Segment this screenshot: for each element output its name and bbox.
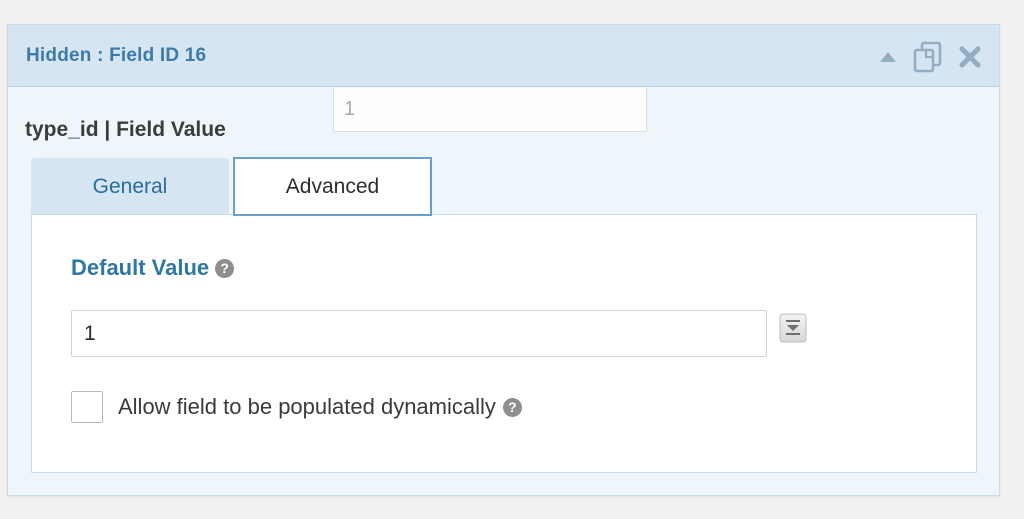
- tab-advanced[interactable]: Advanced: [233, 157, 432, 216]
- advanced-tab-content: Default Value ? Allow field: [31, 214, 977, 473]
- tab-general[interactable]: General: [31, 158, 229, 215]
- merge-tags-icon[interactable]: [779, 313, 807, 343]
- help-icon[interactable]: ?: [215, 258, 235, 278]
- field-preview-input[interactable]: [333, 88, 647, 132]
- default-value-input[interactable]: [71, 310, 767, 357]
- dynamic-population-checkbox[interactable]: [71, 391, 103, 423]
- field-header[interactable]: Hidden : Field ID 16: [8, 25, 999, 87]
- field-settings-panel: Hidden : Field ID 16 type_id | Field Val…: [7, 24, 1000, 496]
- default-value-heading: Default Value ?: [71, 255, 235, 281]
- dynamic-population-row: Allow field to be populated dynamically …: [71, 391, 522, 423]
- default-value-label: Default Value: [71, 255, 210, 280]
- field-label: type_id | Field Value: [25, 118, 226, 141]
- field-header-title: Hidden : Field ID 16: [26, 45, 207, 66]
- delete-icon[interactable]: [959, 46, 981, 68]
- header-actions: [879, 40, 981, 74]
- collapse-arrow-icon[interactable]: [879, 51, 897, 63]
- help-icon[interactable]: ?: [502, 397, 522, 417]
- dynamic-population-label-wrap: Allow field to be populated dynamically …: [118, 394, 522, 420]
- dynamic-population-label: Allow field to be populated dynamically: [118, 394, 496, 419]
- duplicate-icon[interactable]: [911, 40, 945, 74]
